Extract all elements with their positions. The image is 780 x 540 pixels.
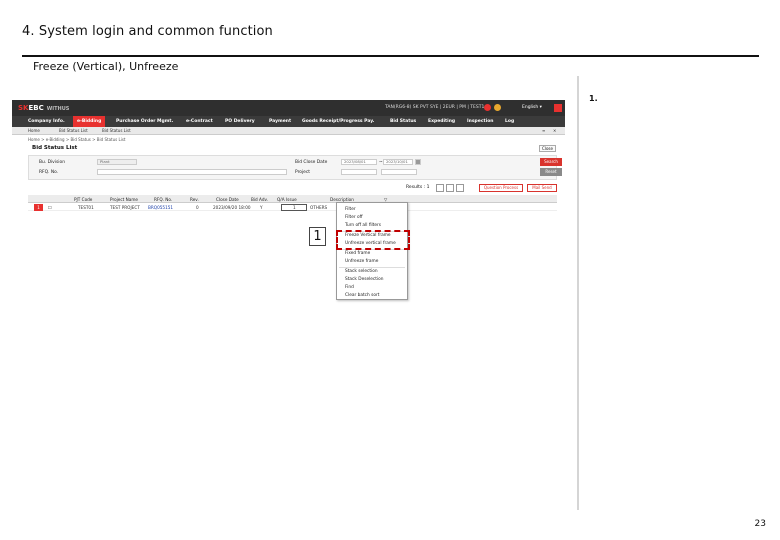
- alarm-icon[interactable]: [484, 104, 491, 111]
- menu-company-info[interactable]: Company Info.: [28, 119, 65, 124]
- selected-cell[interactable]: 1: [281, 204, 307, 211]
- col-qa-issue[interactable]: Q/A Issue: [277, 197, 297, 202]
- grid-header: PJT Code Project Name RFQ. No. Rev. Clos…: [28, 195, 557, 203]
- rfq-no-label: RFQ. No.: [39, 170, 59, 175]
- menu-goods-receipt[interactable]: Goods Receipt/Progress Pay.: [302, 119, 374, 124]
- settings-icon[interactable]: [494, 104, 501, 111]
- main-menu: Company Info. e-Bidding Purchase Order M…: [12, 116, 565, 127]
- menu-separator: [339, 267, 405, 268]
- logo-ebc: EBC: [28, 104, 44, 112]
- step-callout: 1: [309, 227, 326, 246]
- title-rule: [22, 55, 759, 57]
- menu-bid-status[interactable]: Bid Status: [390, 119, 416, 124]
- context-menu: Filter Filter off Turn off all filters F…: [336, 202, 408, 300]
- menu-item-turn-off-all-filters[interactable]: Turn off all filters: [345, 223, 381, 228]
- rfq-no-input[interactable]: [97, 169, 287, 175]
- page-title: Bid Status List: [32, 145, 78, 151]
- bid-status-grid: PJT Code Project Name RFQ. No. Rev. Clos…: [28, 195, 557, 315]
- breadcrumb: Home > e-Bidding > Bid Status > Bid Stat…: [28, 137, 126, 142]
- project-label: Project: [295, 170, 311, 175]
- bu-division-select[interactable]: Plant: [97, 159, 137, 165]
- slide-title: 4. System login and common function: [22, 24, 273, 39]
- cell-close-date[interactable]: 2023/09/20 18:00: [213, 205, 251, 210]
- step-label: 1.: [589, 94, 598, 103]
- language-label: English: [522, 105, 539, 110]
- close-button[interactable]: Close: [539, 145, 556, 152]
- highlight-box: [336, 230, 410, 250]
- menu-inspection[interactable]: Inspection: [467, 119, 494, 124]
- menu-purchase-order[interactable]: Purchase Order Mgmt.: [116, 119, 173, 124]
- user-info: TAN(RG6-8) SK PVT SYE | 2EUR | PM | TEST…: [385, 105, 488, 110]
- project-input[interactable]: [341, 169, 377, 175]
- menu-item-fixed-frame[interactable]: Fixed frame: [345, 251, 370, 256]
- cell-project-name[interactable]: TEST PROJECT: [110, 205, 140, 210]
- tab-close-icon[interactable]: ✕: [553, 128, 556, 133]
- app-screenshot: SKEBC WITHUS TAN(RG6-8) SK PVT SYE | 2EUR…: [12, 100, 565, 315]
- menu-item-stack-selection[interactable]: Stack selection: [345, 269, 378, 274]
- tab-bar: Home Bid Status List Bid Status List ≡ ✕: [12, 127, 565, 135]
- calendar-icon[interactable]: [415, 159, 421, 165]
- bid-close-date-label: Bid Close Date: [295, 160, 328, 165]
- menu-e-bidding[interactable]: e-Bidding: [73, 116, 106, 127]
- menu-payment[interactable]: Payment: [269, 119, 291, 124]
- cell-rfq-no[interactable]: BRQ055151: [148, 205, 173, 210]
- menu-po-delivery[interactable]: PO Delivery: [225, 119, 255, 124]
- logo-withus: WITHUS: [46, 106, 70, 112]
- menu-item-stack-deselection[interactable]: Stack Deselection: [345, 277, 384, 282]
- menu-e-contract[interactable]: e-Contract: [186, 119, 213, 124]
- question-process-button[interactable]: Question Process: [479, 184, 523, 192]
- bu-division-label: Bu. Division: [39, 160, 65, 165]
- column-settings-icon[interactable]: [446, 184, 454, 192]
- cell-qa-issue: 1: [293, 205, 296, 210]
- tab-home[interactable]: Home: [28, 128, 40, 133]
- menu-item-clear-batch-sort[interactable]: Clear batch sort: [345, 293, 379, 298]
- language-select[interactable]: English ▾: [522, 105, 542, 110]
- date-to-input[interactable]: 2023/10/01: [383, 159, 413, 165]
- mail-send-button[interactable]: Mail Send: [527, 184, 557, 192]
- page-number: 23: [754, 519, 766, 529]
- col-bid-adv[interactable]: Bid Adv.: [251, 197, 268, 202]
- menu-item-filter-off[interactable]: Filter off: [345, 215, 363, 220]
- top-bar: SKEBC WITHUS TAN(RG6-8) SK PVT SYE | 2EUR…: [12, 100, 565, 116]
- col-rfq-no[interactable]: RFQ. No.: [154, 197, 172, 202]
- slide-subtitle: Freeze (Vertical), Unfreeze: [33, 60, 179, 73]
- cell-bid-adv[interactable]: Y: [260, 205, 263, 210]
- search-panel: Bu. Division Plant RFQ. No. Bid Close Da…: [28, 155, 562, 180]
- logo-sk: SK: [18, 104, 29, 112]
- menu-log[interactable]: Log: [505, 119, 514, 124]
- excel-icon[interactable]: [436, 184, 444, 192]
- results-count: Results : 1: [406, 185, 430, 190]
- table-row[interactable]: 1 ☐ TEST01 TEST PROJECT BRQ055151 0 2023…: [28, 204, 557, 211]
- cell-description[interactable]: OTHERS: [310, 205, 327, 210]
- col-pjt-code[interactable]: PJT Code: [74, 197, 92, 202]
- cell-rev[interactable]: 0: [196, 205, 199, 210]
- col-project-name[interactable]: Project Name: [110, 197, 138, 202]
- reset-button[interactable]: Reset: [540, 168, 562, 176]
- col-close-date[interactable]: Close Date: [216, 197, 239, 202]
- menu-expediting[interactable]: Expediting: [428, 119, 455, 124]
- menu-item-filter[interactable]: Filter: [345, 207, 356, 212]
- tab-menu-icon[interactable]: ≡: [542, 128, 545, 133]
- tab-bid-status-list-active[interactable]: Bid Status List: [102, 128, 131, 133]
- search-button[interactable]: Search: [540, 158, 562, 166]
- vertical-divider: [577, 76, 579, 510]
- logout-icon[interactable]: [554, 104, 562, 112]
- logo[interactable]: SKEBC WITHUS: [18, 104, 69, 112]
- row-checkbox[interactable]: ☐: [48, 205, 52, 210]
- row-number: 1: [34, 204, 43, 211]
- tab-bid-status-list[interactable]: Bid Status List: [59, 128, 88, 133]
- col-rev[interactable]: Rev.: [190, 197, 199, 202]
- cell-pjt-code[interactable]: TEST01: [78, 205, 94, 210]
- menu-item-find[interactable]: Find: [345, 285, 354, 290]
- grid-layout-icon[interactable]: [456, 184, 464, 192]
- menu-item-unfreeze-frame[interactable]: Unfreeze frame: [345, 259, 378, 264]
- project-name-input[interactable]: [381, 169, 417, 175]
- date-from-input[interactable]: 2023/08/01: [341, 159, 377, 165]
